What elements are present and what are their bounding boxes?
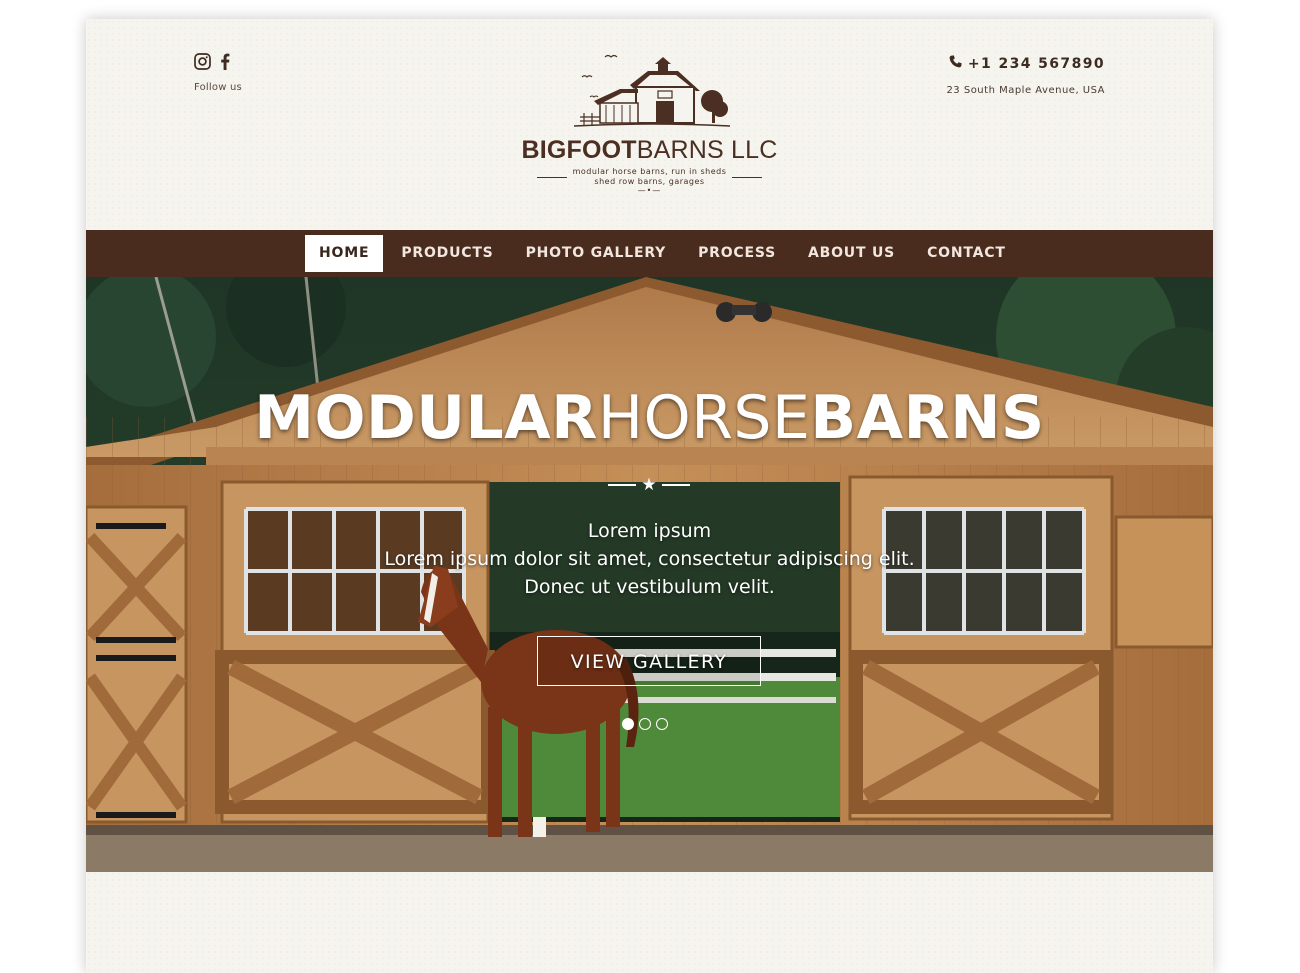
nav-item-about-us[interactable]: ABOUT US bbox=[794, 235, 909, 272]
view-gallery-button[interactable]: VIEW GALLERY bbox=[537, 636, 761, 686]
nav-item-process[interactable]: PROCESS bbox=[684, 235, 790, 272]
social-links: Follow us bbox=[194, 53, 242, 93]
nav-item-contact[interactable]: CONTACT bbox=[913, 235, 1020, 272]
nav-item-photo-gallery[interactable]: PHOTO GALLERY bbox=[512, 235, 681, 272]
follow-us-label: Follow us bbox=[194, 82, 242, 93]
slider-dot-3[interactable] bbox=[656, 718, 668, 730]
address: 23 South Maple Avenue, USA bbox=[946, 85, 1105, 96]
logo-company-name: BIGFOOTBARNS LLC bbox=[521, 136, 778, 164]
hero-divider: ★ bbox=[607, 475, 691, 495]
phone-number[interactable]: +1 234 567890 bbox=[968, 56, 1105, 72]
hero-title: MODULARHORSEBARNS bbox=[254, 383, 1045, 453]
nav-item-products[interactable]: PRODUCTS bbox=[387, 235, 507, 272]
logo[interactable]: BIGFOOTBARNS LLC modular horse barns, ru… bbox=[500, 51, 800, 195]
hero-subtitle-line-3: Donec ut vestibulum velit. bbox=[524, 576, 775, 598]
hero-subtitle-line-1: Lorem ipsum bbox=[587, 520, 712, 542]
nav-item-home[interactable]: HOME bbox=[305, 235, 384, 272]
phone-icon bbox=[949, 55, 962, 72]
logo-tagline: modular horse barns, run in sheds bbox=[572, 167, 727, 176]
hero-slider: MODULARHORSEBARNS ★ Lorem ipsum Lorem ip… bbox=[86, 277, 1213, 872]
page: Follow us BIGFOOTBARNS LLC modular horse… bbox=[86, 19, 1213, 973]
slider-dot-2[interactable] bbox=[639, 718, 651, 730]
slider-dots bbox=[622, 718, 668, 730]
main-nav: HOME PRODUCTS PHOTO GALLERY PROCESS ABOU… bbox=[86, 230, 1213, 277]
slider-dot-1[interactable] bbox=[622, 718, 634, 730]
hero-subtitle: Lorem ipsum Lorem ipsum dolor sit amet, … bbox=[86, 517, 1213, 601]
hero-subtitle-line-2: Lorem ipsum dolor sit amet, consectetur … bbox=[384, 548, 915, 570]
instagram-icon[interactable] bbox=[194, 53, 211, 70]
logo-bottom-mark: —•— bbox=[637, 186, 662, 195]
star-icon: ★ bbox=[641, 474, 657, 495]
contact-info: +1 234 567890 23 South Maple Avenue, USA bbox=[946, 55, 1105, 96]
facebook-icon[interactable] bbox=[220, 53, 230, 70]
barn-logo-icon bbox=[573, 54, 730, 127]
